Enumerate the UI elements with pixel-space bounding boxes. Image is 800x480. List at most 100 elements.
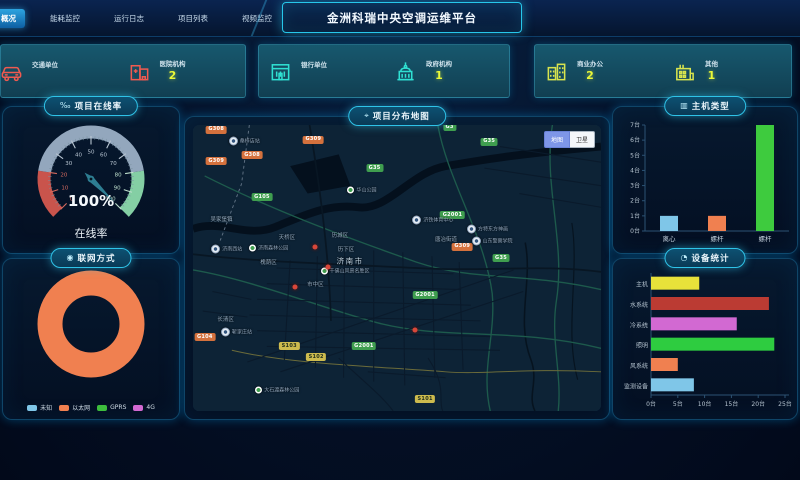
road-badge-G104: G104 [194, 333, 215, 341]
svg-text:风系统: 风系统 [630, 362, 648, 370]
stat-value: 2 [169, 69, 177, 82]
legend-swatch [97, 405, 107, 411]
svg-text:螺杆: 螺杆 [759, 234, 773, 243]
road-badge-S103: S103 [279, 342, 299, 350]
marker-label: 靳家庄站 [232, 328, 252, 335]
stat-label: 政府机构 [426, 58, 452, 68]
panel-device-stats: ◔ 设备统计 主机水系统冷系统照明风系统监测设备0台5台10台15台20台25台 [612, 258, 798, 420]
station-marker-icon [221, 327, 230, 336]
bar-离心 [660, 216, 678, 231]
stat-label: 交通单位 [32, 59, 58, 69]
map-canvas[interactable]: G308G309G3G35G308G309G35G105G2001G309G35… [193, 125, 601, 411]
svg-text:0台: 0台 [630, 227, 640, 235]
legend-item-以太网[interactable]: 以太网 [59, 403, 90, 412]
road-badge-G35: G35 [481, 138, 498, 146]
station-marker-icon [229, 136, 238, 145]
map-type-toggle: 地图 卫星 [544, 131, 595, 148]
map-marker-poi: 大石渡森林公园 [255, 386, 299, 393]
legend-label: GPRS [110, 404, 126, 411]
marker-label: 济铁体育中心 [423, 216, 453, 223]
topbar: 概况 能耗监控 运行日志 项目列表 视频监控 金洲科瑞中央空调运维平台 [0, 0, 800, 37]
station-marker-icon [211, 244, 220, 253]
svg-text:25台: 25台 [778, 400, 792, 408]
stat-value: 1 [435, 69, 443, 82]
map-marker-poi: 华山公园 [347, 187, 376, 194]
stat-text: 政府机构 1 [426, 58, 452, 82]
svg-text:0台: 0台 [646, 400, 656, 408]
panel-title-device-stats: ◔ 设备统计 [665, 248, 746, 268]
percent-icon: ‰ [60, 102, 71, 110]
stat-office: 商业办公 2 [535, 45, 663, 97]
svg-text:水系统: 水系统 [630, 301, 648, 309]
road-badge-G35: G35 [493, 254, 510, 262]
svg-text:70: 70 [110, 161, 117, 167]
marker-label: 大石渡森林公园 [264, 386, 299, 393]
park-marker-icon [347, 187, 354, 194]
map-place-label: 长清区 [217, 315, 234, 323]
marker-label: 千佛山风景名胜区 [330, 267, 370, 274]
stat-government: 政府机构 1 [384, 45, 509, 97]
map-place-label: 唐冶街道 [435, 235, 457, 243]
panel-title-label: 项目在线率 [75, 100, 123, 112]
map-type-satellite-button[interactable]: 卫星 [570, 131, 595, 148]
stat-traffic: 交通单位 [0, 45, 118, 97]
road-badge-G309: G309 [206, 157, 227, 165]
road-badge-S102: S102 [306, 353, 326, 361]
stat-card-bank-government: 银行单位 政府机构 1 [258, 44, 510, 98]
svg-text:80: 80 [115, 173, 122, 179]
station-marker-icon [412, 215, 421, 224]
stat-text: 医院机构 2 [160, 58, 186, 82]
svg-text:50: 50 [88, 150, 95, 156]
svg-text:1台: 1台 [630, 212, 640, 220]
platform-title-box: 金洲科瑞中央空调运维平台 [282, 2, 522, 33]
hospital-icon [128, 60, 151, 83]
stat-hospital: 医院机构 2 [118, 45, 246, 97]
svg-text:10台: 10台 [698, 400, 712, 408]
panel-title-label: 联网方式 [77, 252, 115, 264]
park-marker-icon [249, 244, 256, 251]
tab-run-logs[interactable]: 运行日志 [105, 9, 153, 28]
svg-text:30: 30 [65, 161, 72, 167]
legend-label: 4G [146, 404, 154, 411]
svg-text:100%: 100% [68, 192, 114, 210]
legend-item-未知[interactable]: 未知 [27, 403, 52, 412]
station-marker-icon [472, 236, 481, 245]
road-badge-G309: G309 [303, 136, 324, 144]
map-place-label: 槐荫区 [260, 258, 277, 266]
project-point-marker [325, 265, 330, 270]
tab-project-list[interactable]: 项目列表 [169, 9, 217, 28]
stat-label: 其他 [705, 58, 718, 68]
svg-text:在线率: 在线率 [75, 226, 108, 240]
map-place-label: 市中区 [307, 280, 324, 288]
map-type-map-button[interactable]: 地图 [544, 131, 570, 148]
stat-text: 其他 1 [705, 58, 718, 82]
svg-text:5台: 5台 [673, 400, 683, 408]
office-icon [545, 60, 568, 83]
legend-swatch [27, 405, 37, 411]
road-badge-G308: G308 [242, 151, 263, 159]
svg-text:7台: 7台 [630, 121, 640, 129]
stat-card-office-other: 商业办公 2 其他 1 [534, 44, 792, 98]
tab-energy-monitor[interactable]: 能耗监控 [41, 9, 89, 28]
stat-label: 医院机构 [160, 58, 186, 68]
legend-item-4G[interactable]: 4G [133, 403, 154, 412]
bar-螺杆 [708, 216, 726, 231]
svg-text:2台: 2台 [630, 197, 640, 205]
svg-text:螺杆: 螺杆 [711, 234, 725, 243]
svg-text:主机: 主机 [636, 281, 648, 289]
stat-label: 银行单位 [301, 59, 327, 69]
stat-other: 其他 1 [663, 45, 791, 97]
device-stats-hbar-chart: 主机水系统冷系统照明风系统监测设备0台5台10台15台20台25台 [615, 263, 795, 415]
marker-label: 济南森林公园 [258, 244, 288, 251]
map-marker-station: 方特东方神画 [467, 224, 508, 233]
panel-title-network-mode: ◉ 联网方式 [51, 248, 132, 268]
panel-online-rate: ‰ 项目在线率 0102030405060708090100100%在线率 [2, 106, 180, 254]
svg-text:照明: 照明 [636, 343, 648, 350]
svg-text:10: 10 [61, 185, 68, 191]
bar-主机 [651, 277, 699, 290]
map-pin-icon: ⌖ [364, 112, 369, 120]
svg-text:离心: 离心 [663, 234, 677, 243]
tab-overview[interactable]: 概况 [0, 9, 25, 28]
legend-item-GPRS[interactable]: GPRS [97, 403, 126, 412]
road-badge-G309: G309 [452, 243, 473, 251]
